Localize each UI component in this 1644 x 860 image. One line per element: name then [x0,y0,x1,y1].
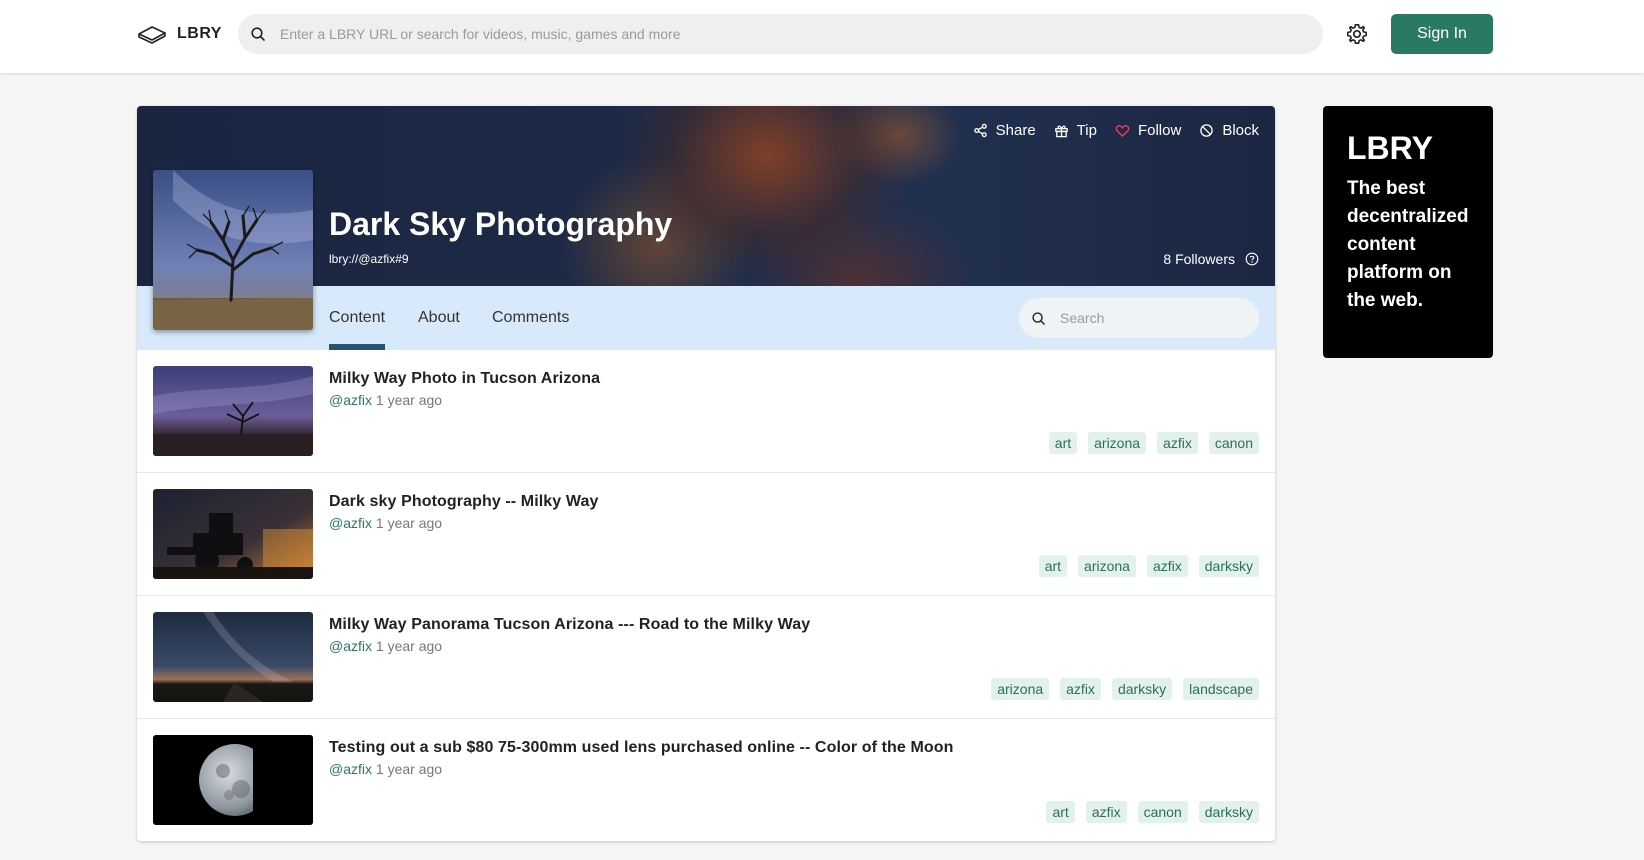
channel-search[interactable] [1019,298,1259,338]
lbry-logo-icon [138,26,166,44]
tag[interactable]: art [1046,801,1075,823]
search-icon [251,27,265,41]
ad-text: The best decentralized content platform … [1347,178,1469,311]
list-item[interactable]: Testing out a sub $80 75-300mm used lens… [137,719,1275,841]
tag[interactable]: art [1038,555,1068,577]
item-tags: arizona azfix darksky landscape [991,678,1259,700]
item-meta: @azfix 1 year ago [329,392,442,408]
item-time: 1 year ago [375,392,443,408]
tag[interactable]: azfix [1085,801,1127,823]
tag[interactable]: canon [1137,801,1188,823]
video-thumbnail[interactable] [153,489,313,579]
follow-button[interactable]: Follow [1115,122,1181,139]
tag[interactable]: azfix [1157,432,1198,454]
road-milky-way-thumbnail [153,612,313,702]
item-author[interactable]: @azfix [329,515,372,531]
ad-title: LBRY [1347,130,1433,166]
channel-search-input[interactable] [1060,310,1240,326]
tag[interactable]: landscape [1183,678,1259,700]
item-time: 1 year ago [375,638,443,654]
item-title[interactable]: Milky Way Panorama Tucson Arizona --- Ro… [329,616,810,634]
logo-text: LBRY [177,25,222,42]
tree-milky-way-image [153,170,313,330]
video-thumbnail[interactable] [153,612,313,702]
help-icon[interactable] [1245,252,1259,266]
tag[interactable]: darksky [1198,555,1259,577]
milky-way-tree-thumbnail [153,366,313,456]
item-meta: @azfix 1 year ago [329,638,442,654]
gift-icon [1054,125,1068,138]
item-title[interactable]: Dark sky Photography -- Milky Way [329,493,598,511]
block-label: Block [1222,122,1259,139]
share-icon [973,123,987,138]
sign-in-button[interactable]: Sign In [1391,14,1493,54]
tag[interactable]: arizona [1088,432,1147,454]
tag[interactable]: darksky [1111,678,1173,700]
block-icon [1200,124,1214,137]
channel-card: Share Tip Follow Block Dark Sky Photogra… [137,106,1275,841]
item-title[interactable]: Testing out a sub $80 75-300mm used lens… [329,739,954,757]
follow-label: Follow [1137,122,1182,139]
item-author[interactable]: @azfix [329,392,372,408]
item-tags: art azfix canon darksky [1046,801,1259,823]
channel-url: lbry://@azfix#9 [329,252,409,266]
search-input[interactable] [280,26,1280,42]
followers-count: 8 Followers [1163,251,1259,267]
top-header: LBRY Sign In [0,0,1644,73]
tag[interactable]: canon [1208,432,1259,454]
item-title[interactable]: Milky Way Photo in Tucson Arizona [329,370,600,388]
item-meta: @azfix 1 year ago [329,761,442,777]
block-button[interactable]: Block [1199,122,1259,139]
channel-actions: Share Tip Follow Block [973,122,1259,139]
list-item[interactable]: Milky Way Panorama Tucson Arizona --- Ro… [137,596,1275,719]
tag[interactable]: arizona [1078,555,1136,577]
tag[interactable]: arizona [991,678,1050,700]
lbry-logo[interactable]: LBRY [137,20,222,48]
tab-comments[interactable]: Comments [492,286,569,350]
item-tags: art arizona azfix darksky [1038,555,1259,577]
tab-content[interactable]: Content [329,286,386,350]
channel-avatar[interactable] [153,170,313,330]
list-item[interactable]: Milky Way Photo in Tucson Arizona @azfix… [137,350,1275,473]
lbry-promo-ad[interactable]: LBRY The best decentralized content plat… [1323,106,1493,358]
tag[interactable]: darksky [1198,801,1259,823]
settings-gear-icon[interactable] [1345,22,1369,46]
content-list: Milky Way Photo in Tucson Arizona @azfix… [137,350,1275,841]
video-thumbnail[interactable] [153,366,313,456]
followers-label: 8 Followers [1163,251,1235,267]
item-time: 1 year ago [375,761,443,777]
share-button[interactable]: Share [973,122,1036,139]
global-search[interactable] [238,14,1323,54]
moon-thumbnail [153,735,313,825]
tip-label: Tip [1076,122,1097,139]
list-item[interactable]: Dark sky Photography -- Milky Way @azfix… [137,473,1275,596]
search-icon [1032,311,1045,325]
item-author[interactable]: @azfix [329,638,372,654]
item-author[interactable]: @azfix [329,761,372,777]
item-time: 1 year ago [375,515,443,531]
video-thumbnail[interactable] [153,735,313,825]
channel-title: Dark Sky Photography [329,206,673,242]
tag[interactable]: azfix [1146,555,1188,577]
item-meta: @azfix 1 year ago [329,515,442,531]
item-tags: art arizona azfix canon [1048,432,1259,454]
tab-about[interactable]: About [418,286,460,350]
tag[interactable]: azfix [1060,678,1101,700]
tag[interactable]: art [1048,432,1078,454]
share-label: Share [995,122,1036,139]
tractor-night-thumbnail [153,489,313,579]
tip-button[interactable]: Tip [1054,122,1097,139]
heart-icon [1115,125,1130,138]
